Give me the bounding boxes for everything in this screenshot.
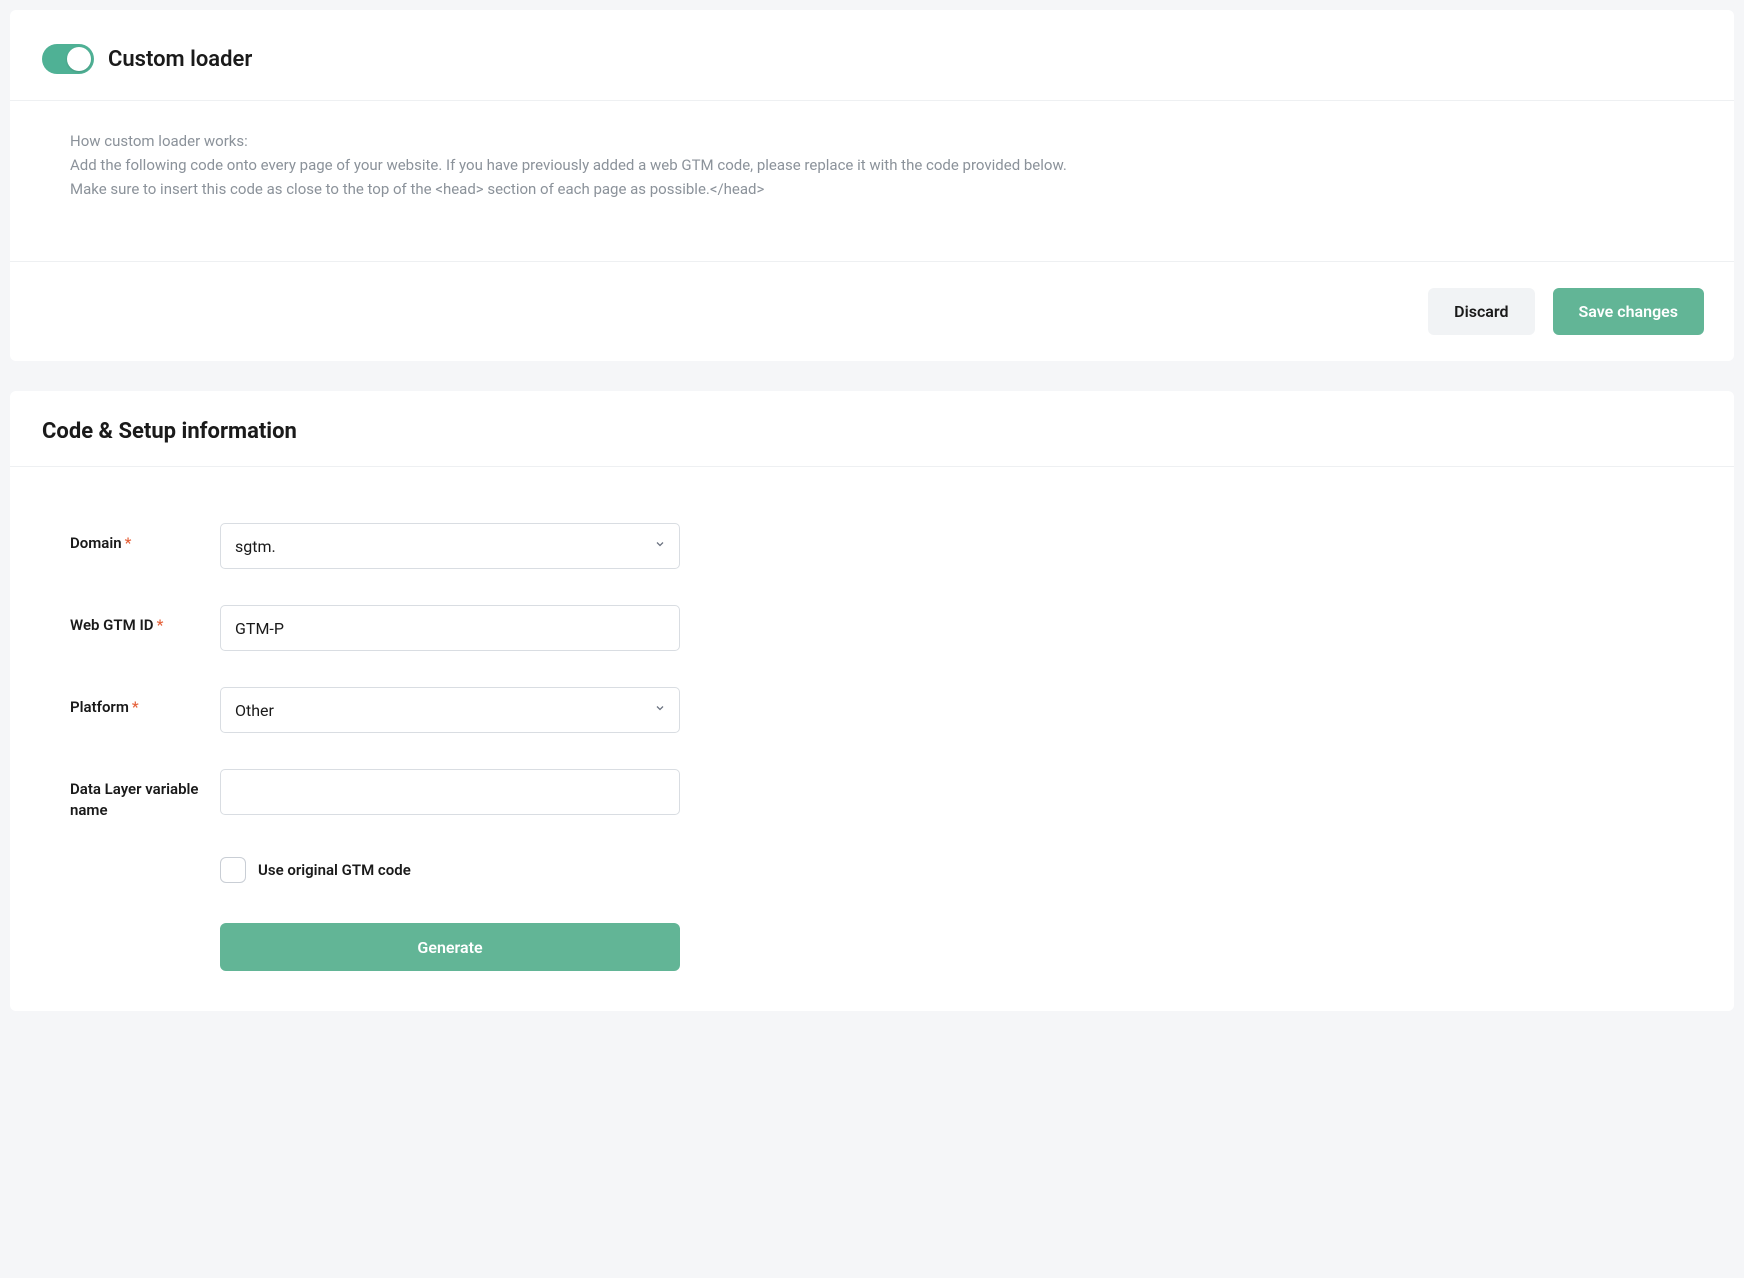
- actions-row: Discard Save changes: [10, 261, 1734, 361]
- code-setup-card: Code & Setup information Domain* sgtm.: [10, 391, 1734, 1011]
- setup-form: Domain* sgtm. Web GTM ID*: [10, 467, 1734, 1011]
- discard-button[interactable]: Discard: [1428, 288, 1534, 335]
- custom-loader-toggle[interactable]: [42, 44, 94, 74]
- loader-info-line-2: Add the following code onto every page o…: [70, 153, 1674, 177]
- platform-select[interactable]: Other: [220, 687, 680, 733]
- domain-label: Domain*: [70, 523, 220, 554]
- data-layer-label: Data Layer variable name: [70, 769, 220, 821]
- generate-button[interactable]: Generate: [220, 923, 680, 971]
- use-original-gtm-row: Use original GTM code: [220, 857, 1674, 883]
- data-layer-input[interactable]: [220, 769, 680, 815]
- gtm-id-label-text: Web GTM ID: [70, 616, 154, 634]
- domain-label-text: Domain: [70, 534, 122, 552]
- required-marker-icon: *: [157, 616, 164, 634]
- form-row-domain: Domain* sgtm.: [70, 523, 1674, 569]
- loader-info-block: How custom loader works: Add the followi…: [10, 100, 1734, 261]
- use-original-gtm-checkbox[interactable]: [220, 857, 246, 883]
- form-row-platform: Platform* Other: [70, 687, 1674, 733]
- toggle-knob-icon: [67, 47, 91, 71]
- domain-select[interactable]: sgtm.: [220, 523, 680, 569]
- save-changes-button[interactable]: Save changes: [1553, 288, 1704, 335]
- required-marker-icon: *: [132, 698, 139, 716]
- platform-label: Platform*: [70, 687, 220, 718]
- loader-info-line-3: Make sure to insert this code as close t…: [70, 177, 1674, 201]
- platform-label-text: Platform: [70, 698, 129, 716]
- form-row-data-layer: Data Layer variable name: [70, 769, 1674, 821]
- form-row-gtm-id: Web GTM ID*: [70, 605, 1674, 651]
- gtm-id-label: Web GTM ID*: [70, 605, 220, 636]
- gtm-id-input[interactable]: [220, 605, 680, 651]
- custom-loader-card: Custom loader How custom loader works: A…: [10, 10, 1734, 361]
- use-original-gtm-label: Use original GTM code: [258, 861, 411, 879]
- toggle-row: Custom loader: [10, 10, 1734, 100]
- code-setup-heading: Code & Setup information: [10, 391, 1734, 467]
- custom-loader-title: Custom loader: [108, 47, 252, 72]
- loader-info-line-1: How custom loader works:: [70, 129, 1674, 153]
- required-marker-icon: *: [125, 534, 132, 552]
